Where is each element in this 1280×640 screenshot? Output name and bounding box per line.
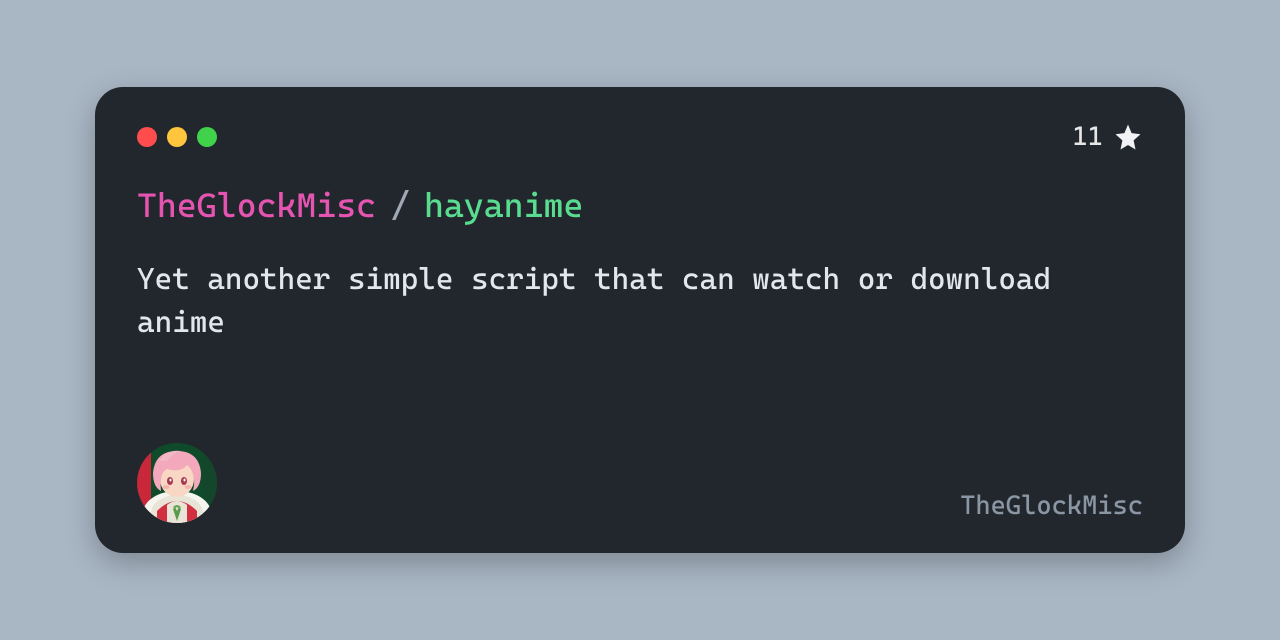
title-separator: / <box>390 185 410 226</box>
repo-title: TheGlockMisc / hayanime <box>137 185 1143 226</box>
card-topbar: 11 <box>137 123 1143 151</box>
minimize-dot[interactable] <box>167 127 187 147</box>
footer-username[interactable]: TheGlockMisc <box>960 491 1143 523</box>
repo-owner[interactable]: TheGlockMisc <box>137 185 376 226</box>
repo-card: 11 TheGlockMisc / hayanime Yet another s… <box>95 87 1185 553</box>
traffic-lights <box>137 127 217 147</box>
avatar[interactable] <box>137 443 217 523</box>
star-count-value: 11 <box>1073 122 1103 152</box>
close-dot[interactable] <box>137 127 157 147</box>
card-footer: TheGlockMisc <box>137 443 1143 523</box>
avatar-image <box>137 443 217 523</box>
repo-description: Yet another simple script that can watch… <box>137 258 1097 345</box>
maximize-dot[interactable] <box>197 127 217 147</box>
star-icon <box>1113 122 1143 152</box>
repo-name[interactable]: hayanime <box>424 185 583 226</box>
star-count: 11 <box>1073 122 1143 152</box>
